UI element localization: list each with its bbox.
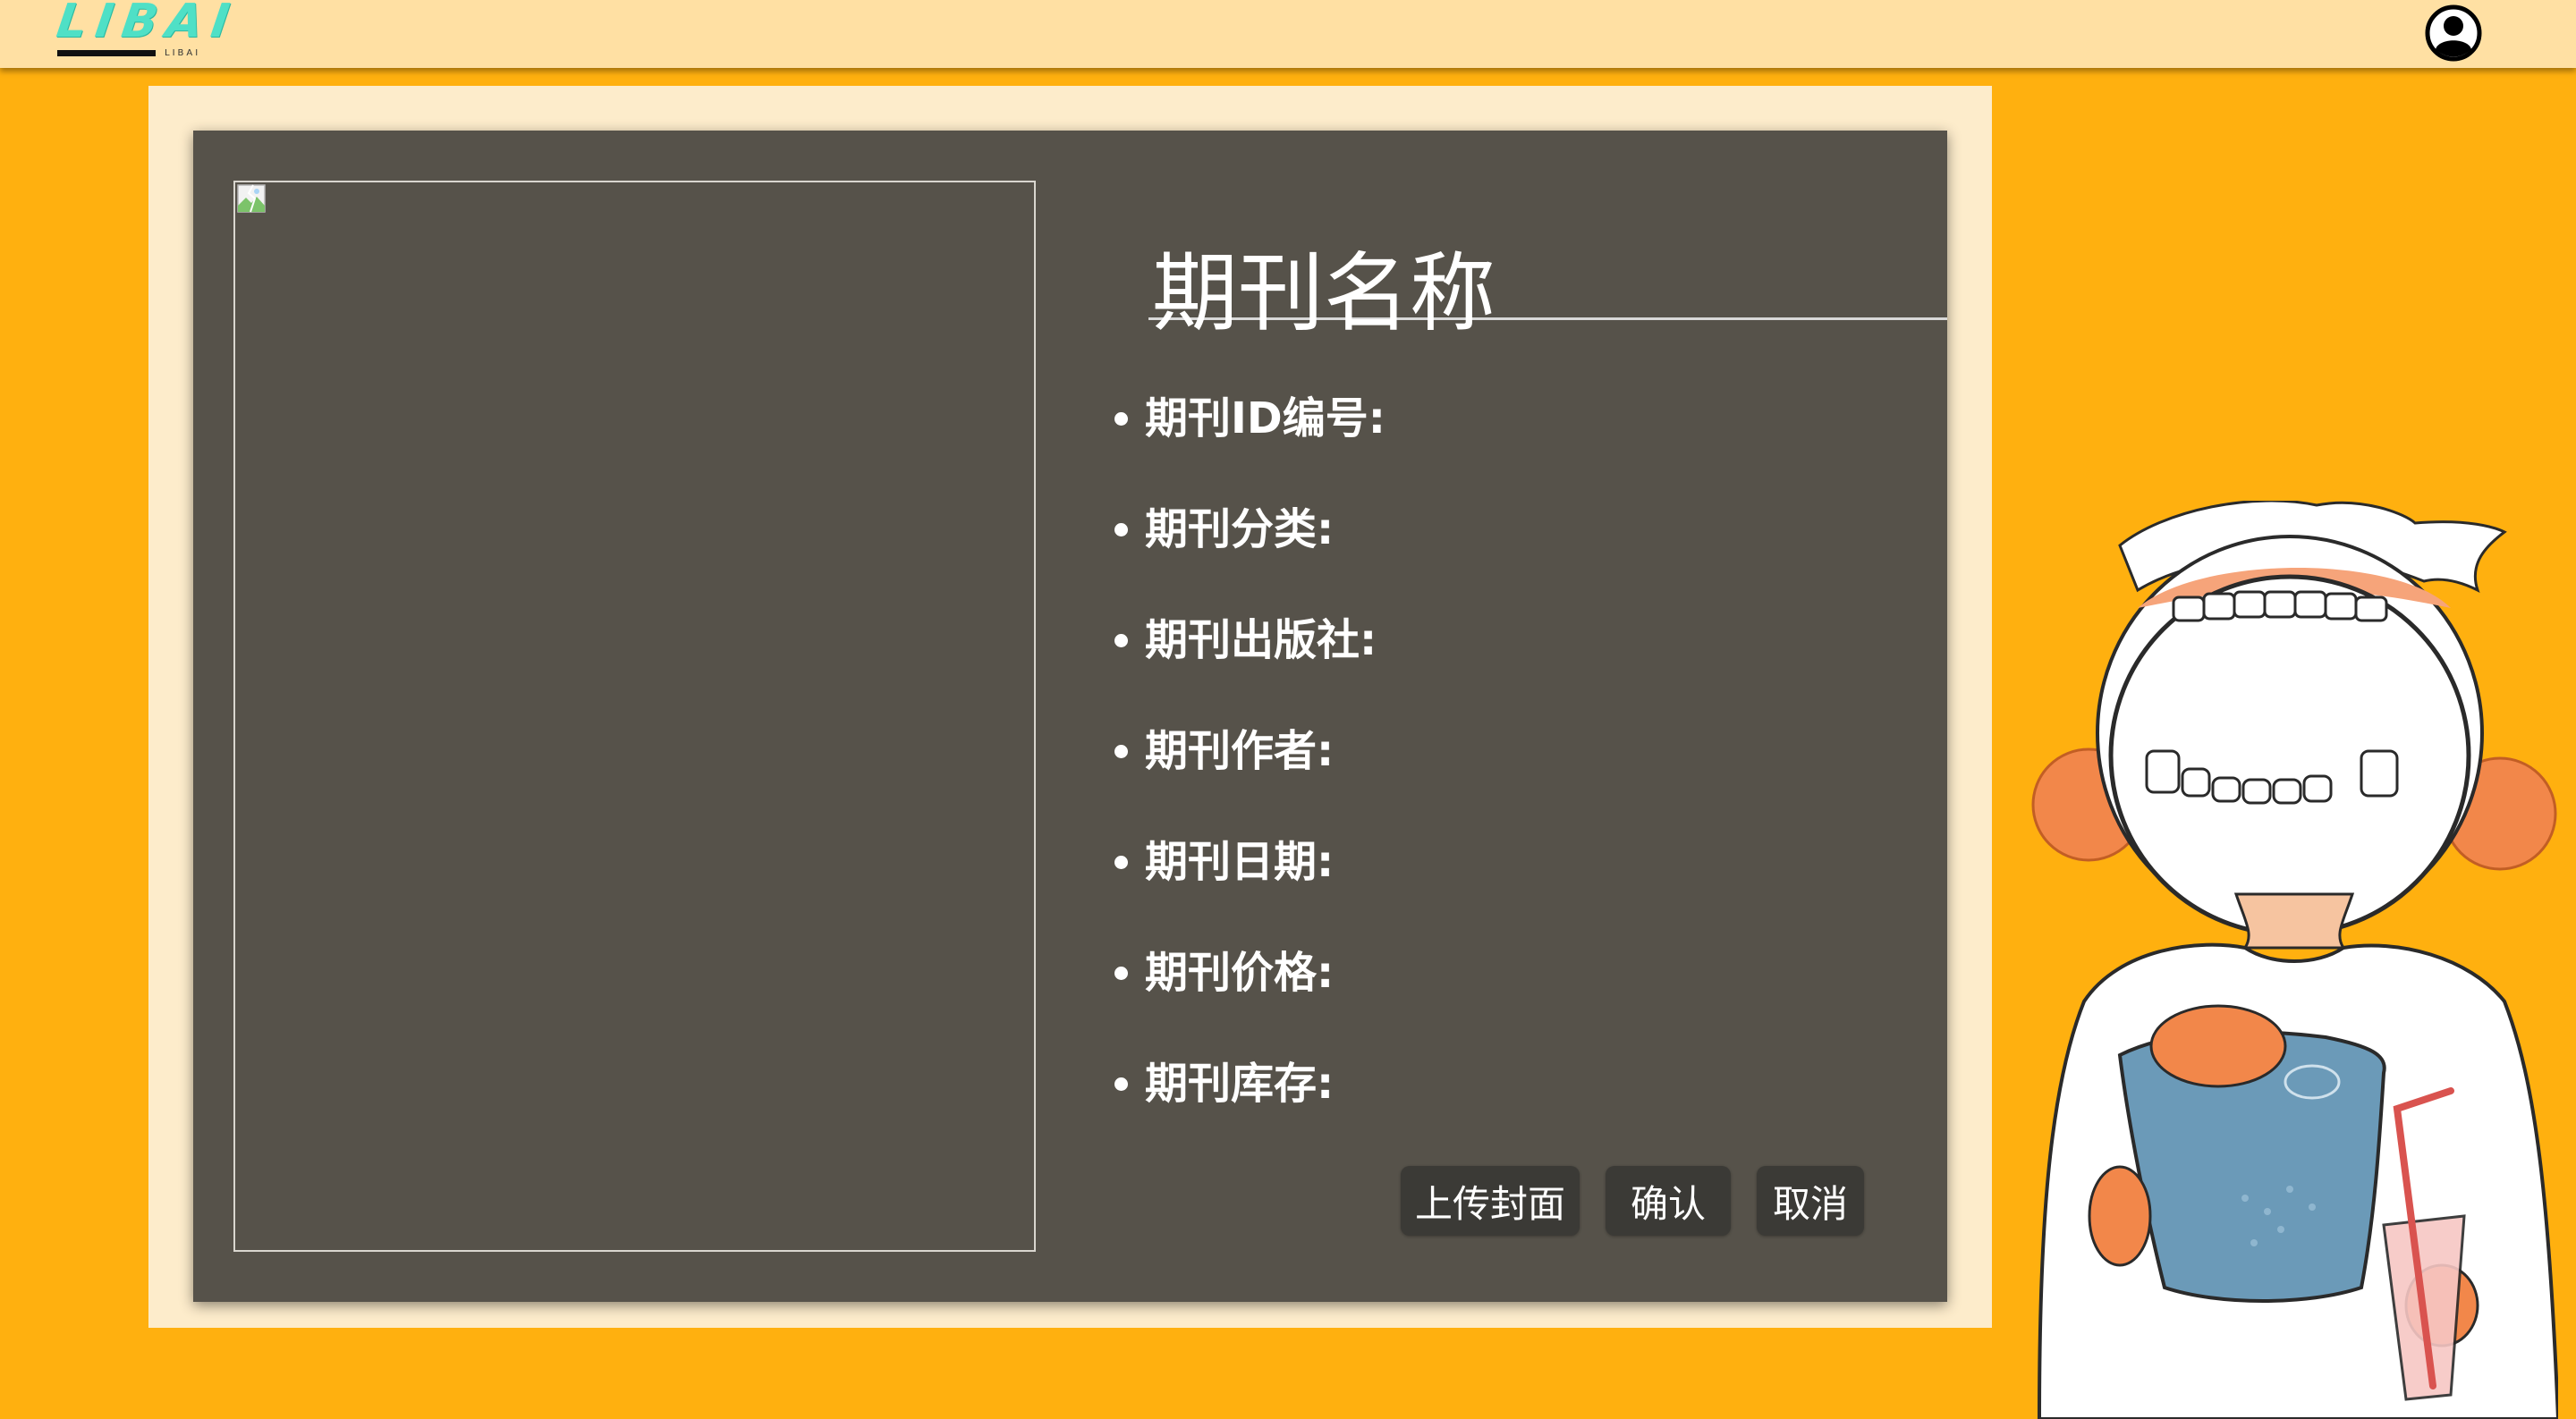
- upload-cover-button[interactable]: 上传封面: [1401, 1166, 1580, 1236]
- bullet-icon: [1114, 412, 1128, 426]
- logo-text: LIBAI: [53, 0, 242, 48]
- top-bar: LIBAI LIBAI: [0, 0, 2576, 68]
- bullet-icon: [1114, 1077, 1128, 1091]
- bullet-icon: [1114, 634, 1128, 647]
- field-label-category: 期刊分类:: [1145, 504, 1335, 554]
- field-label-author: 期刊作者:: [1145, 726, 1335, 776]
- confirm-button[interactable]: 确认: [1606, 1166, 1731, 1236]
- field-stock: 期刊库存:: [1114, 1059, 1919, 1175]
- bullet-icon: [1114, 745, 1128, 758]
- cover-image-placeholder: [233, 181, 1036, 1252]
- user-avatar-icon[interactable]: [2425, 4, 2482, 62]
- field-label-id: 期刊ID编号:: [1145, 393, 1385, 443]
- field-list: 期刊ID编号: 期刊分类: 期刊出版社: 期刊作者: 期刊日期: 期刊价格: 期…: [1114, 393, 1919, 1175]
- field-label-date: 期刊日期:: [1145, 837, 1335, 887]
- mascot-illustration: [2031, 501, 2558, 1419]
- field-label-publisher: 期刊出版社:: [1145, 615, 1377, 665]
- field-label-stock: 期刊库存:: [1145, 1059, 1335, 1109]
- broken-image-icon: [237, 184, 266, 213]
- bullet-icon: [1114, 523, 1128, 536]
- title-underline: 期刊名称: [1148, 216, 1947, 343]
- logo-subtext: LIBAI: [165, 48, 201, 58]
- bullet-icon: [1114, 967, 1128, 980]
- field-label-price: 期刊价格:: [1145, 948, 1335, 998]
- logo-underline: [57, 50, 156, 56]
- cancel-button[interactable]: 取消: [1757, 1166, 1864, 1236]
- periodical-edit-panel: 期刊名称 期刊ID编号: 期刊分类: 期刊出版社: 期刊作者: 期刊日期: 期刊…: [193, 131, 1947, 1302]
- periodical-title: 期刊名称: [1152, 243, 1496, 343]
- logo[interactable]: LIBAI LIBAI: [54, 0, 242, 66]
- bullet-icon: [1114, 856, 1128, 869]
